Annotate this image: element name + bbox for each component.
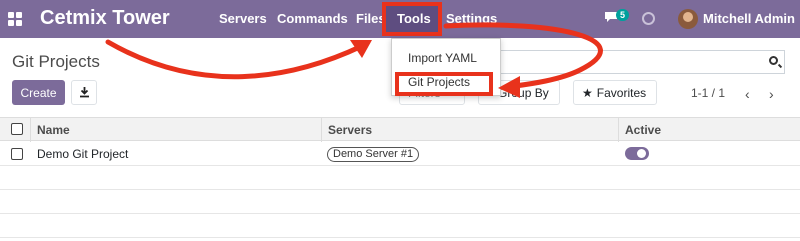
table-row[interactable]: Demo Git Project Demo Server #1: [0, 142, 800, 166]
empty-row: [0, 214, 800, 238]
table-header: Name Servers Active: [0, 117, 800, 142]
apps-menu-icon[interactable]: [8, 12, 22, 26]
search-icon[interactable]: [769, 56, 778, 65]
empty-row: [0, 166, 800, 190]
activity-clock-icon[interactable]: [642, 12, 655, 25]
favorites-label: Favorites: [596, 85, 647, 100]
star-icon: ★: [582, 85, 593, 100]
download-icon: [79, 87, 89, 98]
menu-item-import-yaml[interactable]: Import YAML: [408, 51, 477, 65]
pager-previous-icon[interactable]: ‹: [745, 86, 750, 102]
menu-servers[interactable]: Servers: [219, 11, 267, 26]
groupby-label: Group By: [498, 85, 549, 100]
menu-settings[interactable]: Settings: [446, 11, 497, 26]
row-checkbox[interactable]: [11, 148, 23, 160]
page-title: Git Projects: [12, 52, 100, 71]
column-divider: [618, 118, 619, 142]
user-menu[interactable]: Mitchell Admin: [703, 11, 795, 26]
pager-next-icon[interactable]: ›: [769, 86, 774, 102]
select-all-checkbox[interactable]: [11, 123, 23, 135]
favorites-button[interactable]: ★ Favorites: [573, 80, 657, 105]
column-active[interactable]: Active: [625, 123, 661, 137]
column-divider: [30, 118, 31, 142]
app-brand[interactable]: Cetmix Tower: [40, 7, 170, 30]
empty-row: [0, 190, 800, 214]
column-divider: [321, 118, 322, 142]
column-servers[interactable]: Servers: [328, 123, 372, 137]
active-toggle[interactable]: [625, 147, 649, 160]
git-projects-highlight-box: [395, 72, 493, 96]
server-tag: Demo Server #1: [327, 147, 420, 162]
avatar[interactable]: [678, 9, 698, 29]
arrow-to-tools-head: [350, 40, 372, 58]
menu-tools[interactable]: Tools: [397, 11, 431, 26]
arrow-to-tools: [105, 39, 365, 80]
pager-value[interactable]: 1-1 / 1: [691, 86, 725, 100]
notification-badge: 5: [616, 9, 630, 21]
menu-commands[interactable]: Commands: [277, 11, 348, 26]
column-name[interactable]: Name: [37, 123, 70, 137]
search-input[interactable]: [480, 50, 785, 74]
download-button[interactable]: [71, 80, 97, 105]
row-name: Demo Git Project: [37, 147, 129, 161]
create-button[interactable]: Create: [12, 80, 65, 105]
top-navbar: Cetmix Tower Servers Commands Files Tool…: [0, 0, 800, 38]
